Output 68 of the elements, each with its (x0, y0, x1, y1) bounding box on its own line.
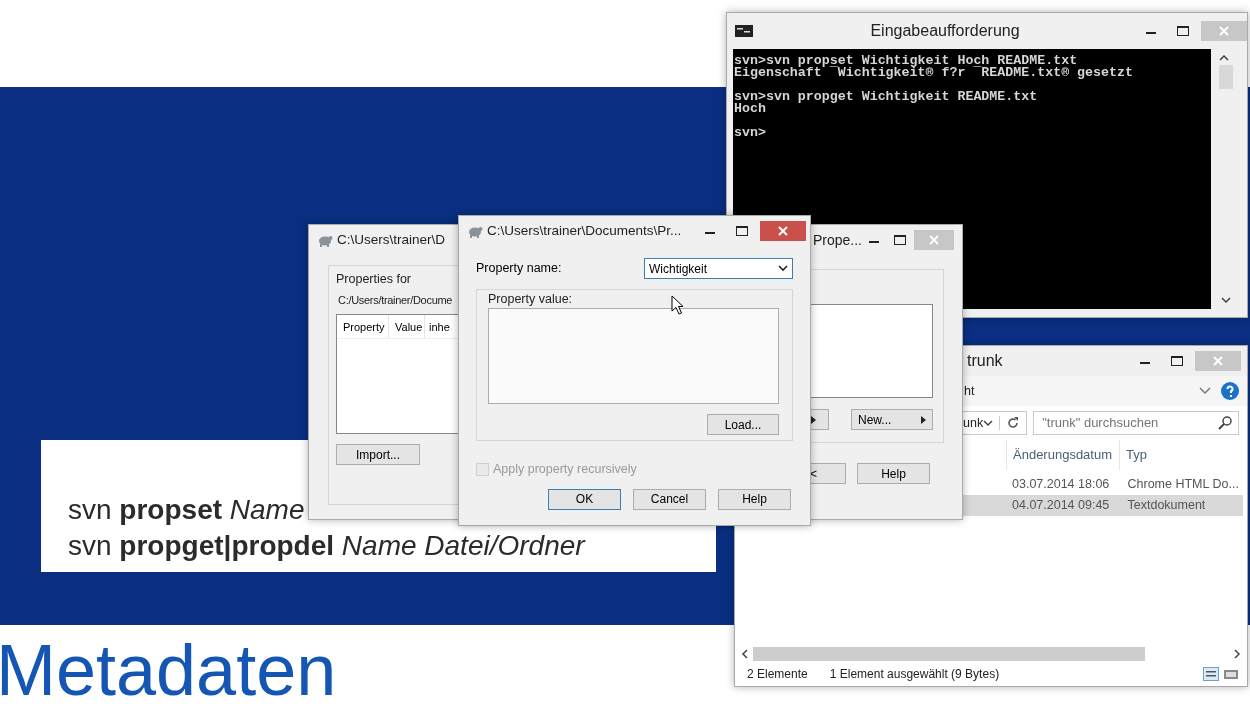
column-header[interactable]: Typ (1126, 445, 1147, 465)
close-icon (1213, 356, 1223, 366)
window-title: Prope... (812, 230, 862, 250)
tiles-view-icon (1223, 667, 1239, 681)
column-header[interactable]: inhe (425, 315, 450, 339)
scroll-right-icon (1233, 649, 1241, 659)
checkbox-label: Apply property recursively (493, 461, 637, 478)
scroll-down-icon (1221, 297, 1231, 303)
scroll-up-icon (1219, 55, 1229, 61)
maximize-icon (736, 226, 748, 236)
chevron-icon (1199, 387, 1211, 395)
close-icon (1219, 26, 1229, 36)
group-label: Property value: (488, 291, 573, 308)
close-button[interactable] (760, 221, 806, 241)
ribbon-tab[interactable]: ht (964, 381, 975, 401)
table-cell-text: 04.07.2014 09:45 (1012, 497, 1111, 515)
cursor-icon (671, 295, 684, 315)
console-line: svn>svn propget Wichtigkeit README.txt (734, 91, 1038, 103)
window-title: Eingabeaufforderung (870, 21, 1020, 41)
chevron-icon (778, 265, 788, 272)
console-line: Eigenschaft ¯Wichtigkeit® f?r ¯README.txt® gesetzt (734, 67, 1133, 79)
app-icon (467, 224, 483, 238)
console-line: Hoch (734, 103, 766, 115)
maximize-icon (894, 235, 906, 245)
column-header[interactable]: Value (389, 315, 425, 339)
table-cell-text: 03.07.2014 18:06 (1012, 476, 1111, 494)
table-cell-text: Chrome HTML Do... (1127, 476, 1240, 494)
chevron-icon (983, 419, 994, 427)
property-value-field[interactable] (488, 308, 779, 404)
status-text: 2 Elemente (747, 666, 808, 683)
search-box[interactable]: "trunk" durchsuchen (1033, 411, 1240, 435)
maximize-icon (1177, 26, 1189, 36)
group-label: Properties for (336, 271, 413, 288)
close-icon (929, 235, 939, 245)
status-text: 1 Element ausgewählt (9 Bytes) (829, 666, 1000, 683)
search-field[interactable]: "trunk" durchsuchen (1042, 413, 1219, 433)
scroll-thumb[interactable] (1219, 65, 1233, 89)
field-label: Property name: (476, 260, 562, 278)
dialog-button[interactable]: OK (548, 488, 621, 510)
load-button[interactable]: Load... (707, 414, 779, 435)
window-title: trunk (967, 351, 1003, 371)
table-cell-text: Textdokument (1127, 497, 1207, 515)
command-syntax: svn propset Name (68, 493, 305, 527)
slide-title: Metadaten (0, 630, 337, 710)
console-line: svn> (734, 127, 766, 139)
dialog-button[interactable]: New... (851, 409, 933, 430)
help-icon (1221, 382, 1239, 400)
maximize-icon (1171, 356, 1183, 366)
console-icon (735, 25, 753, 37)
scrollbar[interactable] (741, 646, 1241, 662)
import-button[interactable]: Import... (336, 444, 420, 466)
dialog-button[interactable]: Help (857, 463, 930, 484)
dialog-button[interactable]: Cancel (633, 488, 706, 510)
refresh-icon (1006, 416, 1021, 430)
dialog-button[interactable]: Help (718, 488, 791, 510)
path-text: C:/Users/trainer/Docume (338, 292, 453, 308)
details-view-icon (1203, 667, 1219, 681)
window-title: C:\Users\trainer\Documents\Pr... (487, 221, 682, 240)
console-line: svn>svn propset Wichtigkeit Hoch README.txt (734, 55, 1078, 67)
scroll-left-icon (741, 649, 749, 659)
close-icon (778, 226, 788, 236)
search-icon (1218, 416, 1233, 430)
app-icon (317, 233, 333, 247)
column-header[interactable]: Property (337, 315, 389, 339)
column-header[interactable]: Änderungsdatum (1013, 445, 1112, 465)
command-syntax: svn propget|propdel Name Datei/Ordner (68, 529, 585, 563)
window-title: C:\Users\trainer\D (337, 230, 446, 249)
property-name-dropdown[interactable]: Wichtigkeit (644, 258, 793, 279)
